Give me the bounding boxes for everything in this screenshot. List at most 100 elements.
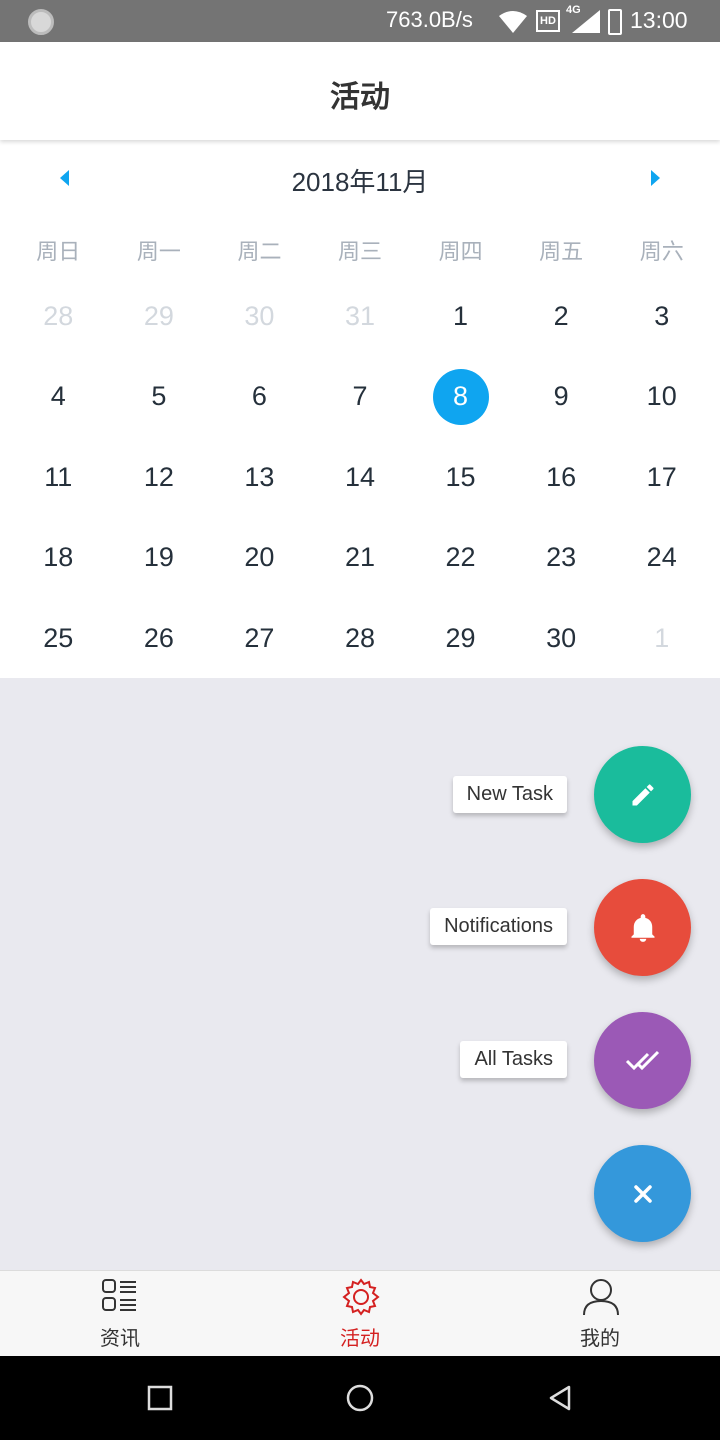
app-header: 活动	[0, 42, 720, 140]
day-number: 19	[143, 542, 174, 573]
calendar-day[interactable]: 17	[611, 437, 712, 518]
calendar-day[interactable]: 31	[310, 276, 411, 357]
calendar-day[interactable]: 26	[109, 598, 210, 679]
nav-item-news[interactable]: 资讯	[0, 1271, 240, 1357]
day-number: 1	[453, 300, 469, 331]
hd-badge: HD	[536, 10, 560, 32]
calendar-day[interactable]: 5	[109, 357, 210, 438]
calendar-day[interactable]: 6	[209, 357, 310, 438]
nav-label-news: 资讯	[100, 1326, 140, 1350]
calendar-day[interactable]: 28	[310, 598, 411, 679]
system-navigation-bar	[0, 1356, 720, 1440]
weekday-label: 周二	[237, 240, 282, 265]
calendar-day[interactable]: 27	[209, 598, 310, 679]
day-number: 20	[244, 542, 275, 573]
calendar-day[interactable]: 22	[410, 518, 511, 599]
calendar-day[interactable]: 18	[8, 518, 109, 599]
day-number: 11	[44, 461, 73, 492]
day-number: 14	[344, 461, 376, 492]
weekday-label: 周五	[539, 240, 584, 265]
day-number: 6	[251, 381, 267, 412]
weekday-label: 周四	[438, 240, 483, 265]
nav-label-activity: 活动	[340, 1326, 380, 1350]
news-list-icon	[102, 1279, 136, 1311]
wifi-icon	[499, 11, 527, 33]
calendar-day[interactable]: 1	[410, 276, 511, 357]
day-number: 9	[553, 381, 569, 412]
bottom-navigation: 资讯 活动 我的	[0, 1270, 720, 1356]
calendar-day[interactable]: 4	[8, 357, 109, 438]
calendar-day[interactable]: 19	[109, 518, 210, 599]
day-number: 21	[344, 542, 376, 573]
calendar-day[interactable]: 11	[8, 437, 109, 518]
close-icon	[633, 1184, 652, 1203]
weekday-label: 周六	[639, 240, 684, 265]
notifications-button[interactable]	[594, 879, 691, 976]
calendar-day[interactable]: 15	[410, 437, 511, 518]
calendar-day[interactable]: 30	[209, 276, 310, 357]
person-icon	[583, 1279, 619, 1316]
pencil-icon	[632, 783, 654, 805]
calendar-day[interactable]: 29	[410, 598, 511, 679]
calendar-day[interactable]: 23	[511, 518, 612, 599]
day-number: 23	[546, 542, 577, 573]
day-number: 27	[244, 622, 275, 653]
weekday-label: 周一	[136, 240, 181, 265]
day-number: 15	[445, 461, 476, 492]
day-number: 13	[244, 461, 275, 492]
day-number: 28	[43, 300, 74, 331]
calendar-day[interactable]: 7	[310, 357, 411, 438]
clock: 13:00	[630, 7, 688, 33]
nav-item-profile[interactable]: 我的	[480, 1271, 720, 1357]
calendar-day[interactable]: 14	[310, 437, 411, 518]
calendar-day-grid: 28 29 30 31 1 2 3 4 5 6 7 8 9 10 11 12 13 14 15 16 17 18 19 20 2…	[8, 276, 712, 679]
recent-apps-icon[interactable]	[145, 1383, 175, 1413]
calendar-day[interactable]: 16	[511, 437, 612, 518]
day-number: 4	[50, 381, 66, 412]
all-tasks-label[interactable]: All Tasks	[460, 1041, 567, 1078]
day-number: 17	[646, 461, 677, 492]
day-number: 18	[43, 542, 74, 573]
day-number: 26	[143, 622, 174, 653]
calendar-day[interactable]: 20	[209, 518, 310, 599]
next-month-icon[interactable]	[640, 168, 670, 188]
day-number: 1	[654, 622, 670, 653]
all-tasks-button[interactable]	[594, 1012, 691, 1109]
calendar-day[interactable]: 2	[511, 276, 612, 357]
back-icon[interactable]	[545, 1383, 575, 1413]
day-number: 8	[432, 368, 489, 425]
calendar-day[interactable]: 25	[8, 598, 109, 679]
calendar-day[interactable]: 30	[511, 598, 612, 679]
day-number: 24	[646, 542, 677, 573]
calendar-day[interactable]: 9	[511, 357, 612, 438]
calendar-day[interactable]: 21	[310, 518, 411, 599]
calendar-day[interactable]: 3	[611, 276, 712, 357]
calendar-day[interactable]: 12	[109, 437, 210, 518]
notifications-label[interactable]: Notifications	[430, 908, 567, 945]
day-number: 31	[344, 300, 376, 331]
new-task-label[interactable]: New Task	[452, 776, 567, 813]
day-number: 3	[654, 300, 670, 331]
calendar-day[interactable]: 1	[611, 598, 712, 679]
signal-icon	[572, 10, 600, 33]
day-number: 29	[445, 622, 476, 653]
day-number: 5	[151, 381, 167, 412]
calendar-month-label: 2018年11月	[291, 167, 429, 197]
new-task-button[interactable]	[594, 746, 691, 843]
home-icon[interactable]	[345, 1383, 375, 1413]
nav-item-activity[interactable]: 活动	[240, 1271, 480, 1357]
day-number: 22	[445, 542, 476, 573]
day-number: 16	[546, 461, 577, 492]
nav-label-profile: 我的	[580, 1326, 620, 1350]
calendar: 2018年11月 周日 周一 周二 周三 周四 周五 周六 28 29 30 31 1 2…	[0, 140, 720, 678]
calendar-day[interactable]: 24	[611, 518, 712, 599]
network-speed: 763.0B/s	[386, 7, 473, 32]
calendar-day[interactable]: 28	[8, 276, 109, 357]
close-menu-button[interactable]	[594, 1145, 691, 1242]
calendar-day[interactable]: 10	[611, 357, 712, 438]
calendar-day[interactable]: 29	[109, 276, 210, 357]
calendar-day[interactable]: 13	[209, 437, 310, 518]
selected-day-cell[interactable]: 8	[410, 357, 511, 438]
battery-icon	[608, 9, 622, 35]
double-check-icon	[625, 1050, 659, 1070]
